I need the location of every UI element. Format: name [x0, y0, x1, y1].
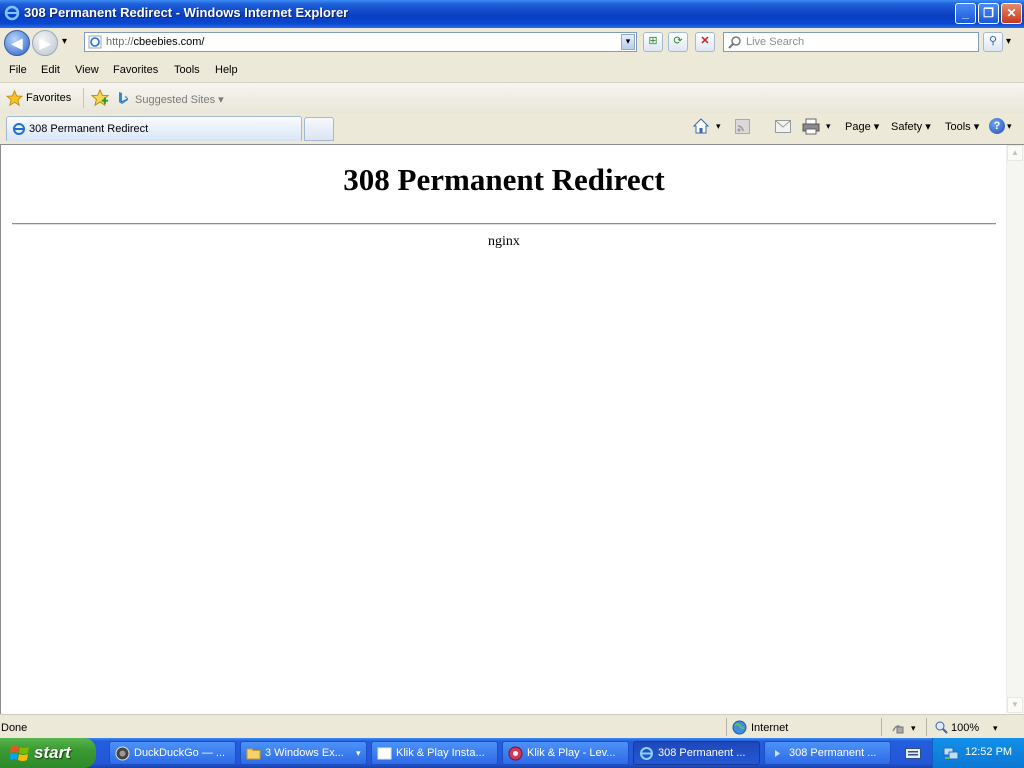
- search-placeholder: Live Search: [746, 36, 805, 48]
- address-toolbar: ◀ ▶ ▾ http://cbeebies.com/ ▾ ⊞ ⟳ ✕ Live …: [0, 28, 1024, 59]
- protected-mode-dropdown[interactable]: ▾: [911, 723, 916, 734]
- vertical-scrollbar[interactable]: ▲ ▼: [1006, 145, 1024, 713]
- zoom-level[interactable]: 100%: [951, 722, 979, 734]
- network-icon[interactable]: [943, 745, 959, 761]
- home-dropdown[interactable]: ▾: [716, 121, 721, 132]
- web-page-content: 308 Permanent Redirect nginx ▲ ▼: [0, 144, 1024, 714]
- favorites-button[interactable]: Favorites: [26, 92, 71, 104]
- title-bar[interactable]: 308 Permanent Redirect - Windows Interne…: [0, 0, 1024, 28]
- favorites-divider: [83, 88, 84, 108]
- print-dropdown[interactable]: ▾: [826, 121, 831, 132]
- search-box[interactable]: Live Search: [723, 32, 979, 52]
- klik-play-icon: [508, 746, 523, 761]
- add-to-favorites-icon[interactable]: [91, 89, 109, 107]
- search-options-dropdown[interactable]: ▾: [1006, 36, 1011, 47]
- start-label: start: [34, 743, 71, 762]
- recent-pages-dropdown[interactable]: ▾: [62, 36, 67, 47]
- ie-tab-icon: [13, 123, 25, 135]
- page-menu-button[interactable]: Page ▾: [845, 120, 879, 133]
- horizontal-rule: [12, 223, 996, 225]
- status-bar: Done Internet ▾ 100% ▾: [0, 714, 1024, 739]
- back-button[interactable]: ◀: [4, 30, 30, 56]
- globe-icon: [732, 720, 747, 735]
- help-dropdown[interactable]: ▾: [1007, 121, 1012, 132]
- taskbar-item-klik-level[interactable]: Klik & Play - Lev...: [502, 741, 629, 765]
- taskbar: start DuckDuckGo — ... 3 Windows Ex... ▾…: [0, 738, 1024, 768]
- taskbar-item-label: DuckDuckGo — ...: [134, 747, 226, 759]
- firefox-icon: [115, 746, 130, 761]
- status-text: Done: [1, 722, 28, 734]
- refresh-button[interactable]: ⟳: [668, 32, 688, 52]
- taskbar-item-klik-install[interactable]: Klik & Play Insta...: [371, 741, 498, 765]
- address-dropdown-button[interactable]: ▾: [621, 34, 635, 50]
- minimize-button[interactable]: _: [955, 3, 976, 24]
- group-dropdown: ▾: [356, 748, 361, 758]
- live-search-icon: [728, 36, 741, 49]
- start-button[interactable]: start: [0, 738, 96, 768]
- status-divider: [881, 718, 882, 736]
- zoom-icon: [935, 721, 948, 734]
- menu-edit[interactable]: Edit: [41, 64, 60, 76]
- menu-favorites[interactable]: Favorites: [113, 64, 158, 76]
- window-icon: [377, 747, 392, 760]
- menu-view[interactable]: View: [75, 64, 99, 76]
- search-go-button[interactable]: ⚲: [983, 32, 1003, 52]
- system-tray: 12:52 PM: [932, 738, 1024, 768]
- keyboard-icon[interactable]: [905, 746, 921, 760]
- arrow-icon: [775, 750, 780, 757]
- tools-menu-button[interactable]: Tools ▾: [945, 120, 979, 133]
- taskbar-item-label: Klik & Play - Lev...: [527, 747, 616, 759]
- feeds-icon[interactable]: [735, 119, 750, 134]
- stop-button[interactable]: ✕: [695, 32, 715, 52]
- new-tab-button[interactable]: [304, 117, 334, 141]
- taskbar-item-ie-other[interactable]: 308 Permanent ...: [764, 741, 891, 765]
- folder-icon: [246, 748, 261, 760]
- home-icon[interactable]: [692, 117, 710, 135]
- maximize-button[interactable]: ❐: [978, 3, 999, 24]
- security-zone[interactable]: Internet: [751, 722, 788, 734]
- protected-mode-icon[interactable]: [891, 721, 905, 734]
- suggested-sites-button[interactable]: Suggested Sites ▾: [135, 93, 224, 106]
- taskbar-item-label: 3 Windows Ex...: [265, 747, 344, 759]
- favorites-bar: Favorites Suggested Sites ▾: [0, 83, 1024, 113]
- page-heading: 308 Permanent Redirect: [343, 162, 665, 197]
- close-button[interactable]: ✕: [1001, 3, 1022, 24]
- taskbar-item-windows-explorer[interactable]: 3 Windows Ex... ▾: [240, 741, 367, 765]
- window-title: 308 Permanent Redirect - Windows Interne…: [24, 5, 349, 20]
- forward-button[interactable]: ▶: [32, 30, 58, 56]
- print-icon[interactable]: [802, 118, 820, 135]
- ie-icon: [640, 747, 653, 760]
- page-icon: [88, 35, 102, 49]
- taskbar-item-label: Klik & Play Insta...: [396, 747, 485, 759]
- taskbar-item-label: 308 Permanent ...: [789, 747, 877, 759]
- favorites-star-icon: [6, 90, 23, 107]
- bing-icon: [119, 92, 128, 104]
- menu-bar: File Edit View Favorites Tools Help: [0, 59, 1024, 83]
- scroll-down-arrow[interactable]: ▼: [1007, 697, 1023, 713]
- address-bar[interactable]: http://cbeebies.com/ ▾: [84, 32, 637, 52]
- tab-row: 308 Permanent Redirect ▾ ▾ Page ▾ Safety…: [0, 113, 1024, 144]
- taskbar-item-ie-active[interactable]: 308 Permanent ...: [633, 741, 760, 765]
- read-mail-icon[interactable]: [775, 120, 791, 133]
- status-divider: [726, 718, 727, 736]
- address-url: http://cbeebies.com/: [106, 36, 205, 48]
- tab-label: 308 Permanent Redirect: [29, 123, 149, 135]
- compatibility-view-button[interactable]: ⊞: [643, 32, 663, 52]
- server-name: nginx: [488, 234, 520, 249]
- taskbar-item-duckduckgo[interactable]: DuckDuckGo — ...: [109, 741, 236, 765]
- windows-logo-icon: [10, 746, 29, 761]
- zoom-dropdown[interactable]: ▾: [993, 723, 998, 734]
- menu-file[interactable]: File: [9, 64, 27, 76]
- taskbar-item-label: 308 Permanent ...: [658, 747, 746, 759]
- safety-menu-button[interactable]: Safety ▾: [891, 120, 931, 133]
- tab-308-permanent-redirect[interactable]: 308 Permanent Redirect: [6, 116, 302, 141]
- scroll-up-arrow[interactable]: ▲: [1007, 145, 1023, 161]
- clock[interactable]: 12:52 PM: [965, 746, 1012, 758]
- help-icon[interactable]: ?: [989, 118, 1005, 134]
- status-divider: [926, 718, 927, 736]
- menu-help[interactable]: Help: [215, 64, 238, 76]
- menu-tools[interactable]: Tools: [174, 64, 200, 76]
- ie-logo-icon: [4, 5, 20, 21]
